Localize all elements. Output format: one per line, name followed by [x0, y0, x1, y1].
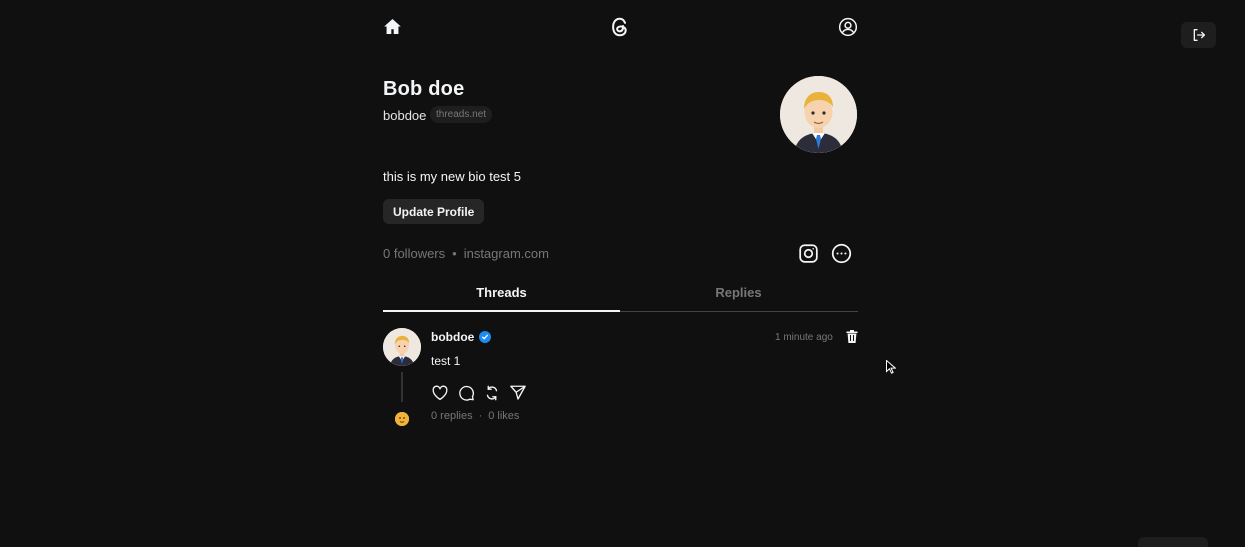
profile-avatar — [780, 76, 857, 153]
post-username[interactable]: bobdoe — [431, 330, 474, 344]
logout-icon — [1191, 27, 1207, 43]
tab-replies[interactable]: Replies — [620, 285, 857, 300]
profile-username: bobdoe — [383, 108, 427, 123]
share-icon[interactable] — [509, 384, 527, 402]
trash-icon[interactable] — [846, 330, 858, 343]
comment-icon[interactable] — [457, 384, 475, 402]
profile-link[interactable]: instagram.com — [464, 246, 549, 261]
more-options-icon[interactable] — [831, 243, 852, 264]
tab-threads[interactable]: Threads — [383, 285, 620, 300]
heart-icon[interactable] — [431, 384, 449, 402]
thread-line — [401, 372, 403, 402]
followers-row: 0 followers • instagram.com — [383, 246, 549, 261]
post-text: test 1 — [431, 354, 461, 368]
post-actions — [431, 384, 527, 402]
separator-dot: · — [478, 410, 483, 422]
separator-dot: • — [452, 246, 457, 261]
post-author: bobdoe — [431, 330, 492, 344]
logout-button[interactable] — [1181, 22, 1216, 48]
mouse-cursor-icon — [886, 359, 897, 379]
post-timestamp: 1 minute ago — [775, 332, 833, 343]
profile-name: Bob doe — [383, 78, 465, 100]
instagram-icon[interactable] — [798, 243, 819, 264]
threads-logo-icon[interactable] — [609, 16, 631, 38]
user-icon[interactable] — [838, 17, 858, 37]
verified-icon — [479, 331, 492, 343]
reply-avatar-icon — [395, 412, 409, 426]
active-tab-indicator — [383, 310, 620, 312]
repost-icon[interactable] — [483, 384, 501, 402]
home-icon[interactable] — [383, 17, 402, 36]
update-profile-button[interactable]: Update Profile — [383, 199, 485, 224]
replies-count[interactable]: 0 replies — [431, 410, 473, 422]
followers-count[interactable]: 0 followers — [383, 246, 445, 261]
post-avatar[interactable] — [383, 328, 421, 366]
bottom-edge-element — [1138, 537, 1208, 547]
domain-badge: threads.net — [430, 106, 493, 123]
post-stats: 0 replies · 0 likes — [431, 410, 519, 422]
profile-bio: this is my new bio test 5 — [383, 169, 521, 184]
likes-count[interactable]: 0 likes — [488, 410, 519, 422]
